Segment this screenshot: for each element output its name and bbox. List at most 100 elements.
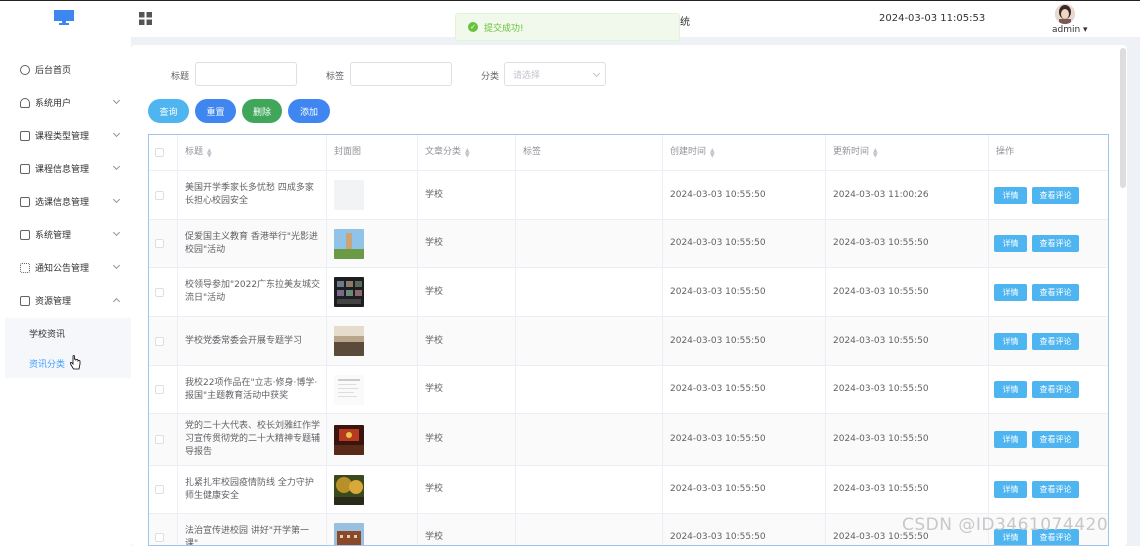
sidebar-item-system-users[interactable]: 系统用户	[0, 86, 131, 119]
row-checkbox[interactable]	[155, 239, 164, 248]
row-created-cell: 2024-03-03 10:55:50	[663, 317, 826, 365]
row-cover-cell	[327, 466, 418, 513]
row-title-cell: 党的二十大代表、校长刘雅红作学习宣传贯彻党的二十大精神专题辅导报告	[178, 414, 327, 465]
course-info-icon	[20, 163, 30, 174]
scrollbar[interactable]	[1120, 48, 1126, 188]
chevron-down-icon	[112, 129, 121, 138]
row-actions-cell: 详情 查看评论	[989, 268, 1108, 316]
username-dropdown[interactable]: admin ▾	[1052, 25, 1088, 35]
detail-button[interactable]: 详情	[994, 431, 1027, 448]
view-comments-button[interactable]: 查看评论	[1032, 431, 1079, 448]
row-checkbox[interactable]	[155, 533, 164, 542]
header-category-label: 文章分类	[425, 147, 462, 157]
row-title: 法治宣传进校园 讲好"开学第一课"	[185, 525, 310, 546]
view-comments-button[interactable]: 查看评论	[1032, 332, 1079, 350]
news-table: 标题 ▲ ▼ 封面图 文章分类 ▲ ▼ 标签 创建时间 ▲ ▼ 更新时间 ▲ ▼ 操作 美国开学…	[148, 134, 1109, 546]
view-comments-button[interactable]: 查看评论	[1032, 381, 1079, 398]
chevron-down-icon	[592, 69, 601, 78]
row-title: 学校党委常委会开展专题学习	[185, 335, 303, 346]
cover-image[interactable]	[334, 522, 364, 546]
header-category[interactable]: 文章分类 ▲ ▼	[418, 135, 516, 170]
sort-icon[interactable]: ▲ ▼	[465, 147, 470, 158]
monitor-logo-icon[interactable]	[54, 10, 74, 25]
row-updated: 2024-03-03 10:55:50	[833, 286, 929, 297]
detail-button[interactable]: 详情	[994, 235, 1027, 252]
row-created-cell: 2024-03-03 10:55:50	[663, 414, 826, 465]
table-row: 校领导参加"2022广东拉美友城交流日"活动 学校 2024-03-03 10:55…	[149, 268, 1108, 317]
sidebar-item-system-management[interactable]: 系统管理	[0, 218, 131, 251]
title-filter-input[interactable]	[195, 62, 297, 86]
sidebar-item-notices[interactable]: 通知公告管理	[0, 251, 131, 284]
row-updated-cell: 2024-03-03 11:00:26	[826, 171, 989, 219]
view-comments-button[interactable]: 查看评论	[1032, 235, 1079, 252]
sidebar-item-label: 系统管理	[35, 231, 72, 241]
row-select-cell	[149, 171, 178, 219]
row-category: 学校	[425, 434, 444, 444]
row-cover-cell	[327, 414, 418, 465]
sort-icon[interactable]: ▲ ▼	[873, 147, 878, 158]
row-checkbox[interactable]	[155, 190, 164, 200]
row-checkbox[interactable]	[155, 336, 164, 346]
header-created[interactable]: 创建时间 ▲ ▼	[663, 135, 826, 170]
avatar[interactable]	[1055, 4, 1075, 24]
sort-icon[interactable]: ▲ ▼	[710, 147, 715, 158]
sidebar-item-course-types[interactable]: 课程类型管理	[0, 119, 131, 152]
sidebar-item-label: 选课信息管理	[35, 198, 90, 208]
cover-image[interactable]	[334, 180, 364, 210]
hand-cursor-icon	[69, 355, 81, 370]
sort-icon[interactable]: ▲ ▼	[207, 147, 212, 158]
row-select-cell	[149, 514, 178, 545]
row-actions-cell: 详情 查看评论	[989, 171, 1108, 219]
row-actions-cell: 详情 查看评论	[989, 414, 1108, 465]
menu-grid-icon[interactable]	[139, 12, 152, 25]
header-updated[interactable]: 更新时间 ▲ ▼	[826, 135, 989, 170]
add-button[interactable]: 添加	[288, 99, 330, 123]
row-cover-cell	[327, 268, 418, 316]
row-category: 学校	[425, 335, 444, 346]
view-comments-button[interactable]: 查看评论	[1032, 283, 1079, 301]
category-select[interactable]: 请选择	[504, 62, 606, 86]
sidebar-item-resources[interactable]: 资源管理	[0, 284, 131, 317]
delete-button[interactable]: 删除	[242, 99, 282, 123]
query-button[interactable]: 查询	[148, 99, 189, 123]
detail-button[interactable]: 详情	[994, 332, 1027, 350]
header-actions: 操作	[989, 135, 1108, 170]
detail-button[interactable]: 详情	[994, 481, 1027, 498]
category-select-placeholder: 请选择	[513, 70, 541, 81]
sidebar-subitem-school-news[interactable]: 学校资讯	[5, 318, 131, 348]
tag-filter-label: 标签	[326, 72, 345, 82]
cover-image[interactable]	[334, 228, 364, 259]
sidebar-item-home[interactable]: 后台首页	[0, 53, 131, 86]
row-actions-cell: 详情 查看评论	[989, 466, 1108, 513]
view-comments-button[interactable]: 查看评论	[1032, 481, 1079, 498]
reset-button[interactable]: 重置	[195, 99, 236, 123]
row-checkbox[interactable]	[155, 485, 164, 494]
current-datetime: 2024-03-03 11:05:53	[879, 13, 986, 24]
cover-image[interactable]	[334, 474, 364, 505]
select-all-checkbox[interactable]	[155, 148, 164, 157]
cover-image[interactable]	[334, 277, 364, 307]
row-checkbox[interactable]	[155, 385, 164, 394]
sidebar-subitem-news-categories[interactable]: 资讯分类	[5, 348, 131, 378]
row-checkbox[interactable]	[155, 287, 164, 297]
sidebar-item-course-info[interactable]: 课程信息管理	[0, 152, 131, 185]
row-created: 2024-03-03 10:55:50	[670, 189, 766, 200]
detail-button[interactable]: 详情	[994, 186, 1027, 204]
row-category-cell: 学校	[418, 220, 516, 267]
cover-image[interactable]	[334, 326, 364, 356]
cover-image[interactable]	[334, 424, 364, 455]
sidebar-item-course-selection[interactable]: 选课信息管理	[0, 185, 131, 218]
header-title[interactable]: 标题 ▲ ▼	[178, 135, 327, 170]
avatar-image-icon	[1055, 4, 1075, 24]
row-category: 学校	[425, 532, 444, 542]
row-title: 我校22项作品在"立志·修身·博学·报国"主题教育活动中获奖	[185, 377, 318, 401]
resource-icon	[20, 295, 30, 306]
cover-image[interactable]	[334, 374, 364, 405]
detail-button[interactable]: 详情	[994, 283, 1027, 301]
tag-filter-input[interactable]	[350, 62, 452, 86]
row-category: 学校	[425, 238, 444, 248]
detail-button[interactable]: 详情	[994, 381, 1027, 398]
row-title-cell: 美国开学季家长多忧愁 四成多家长担心校园安全	[178, 171, 327, 219]
view-comments-button[interactable]: 查看评论	[1032, 186, 1079, 204]
row-checkbox[interactable]	[155, 435, 164, 444]
